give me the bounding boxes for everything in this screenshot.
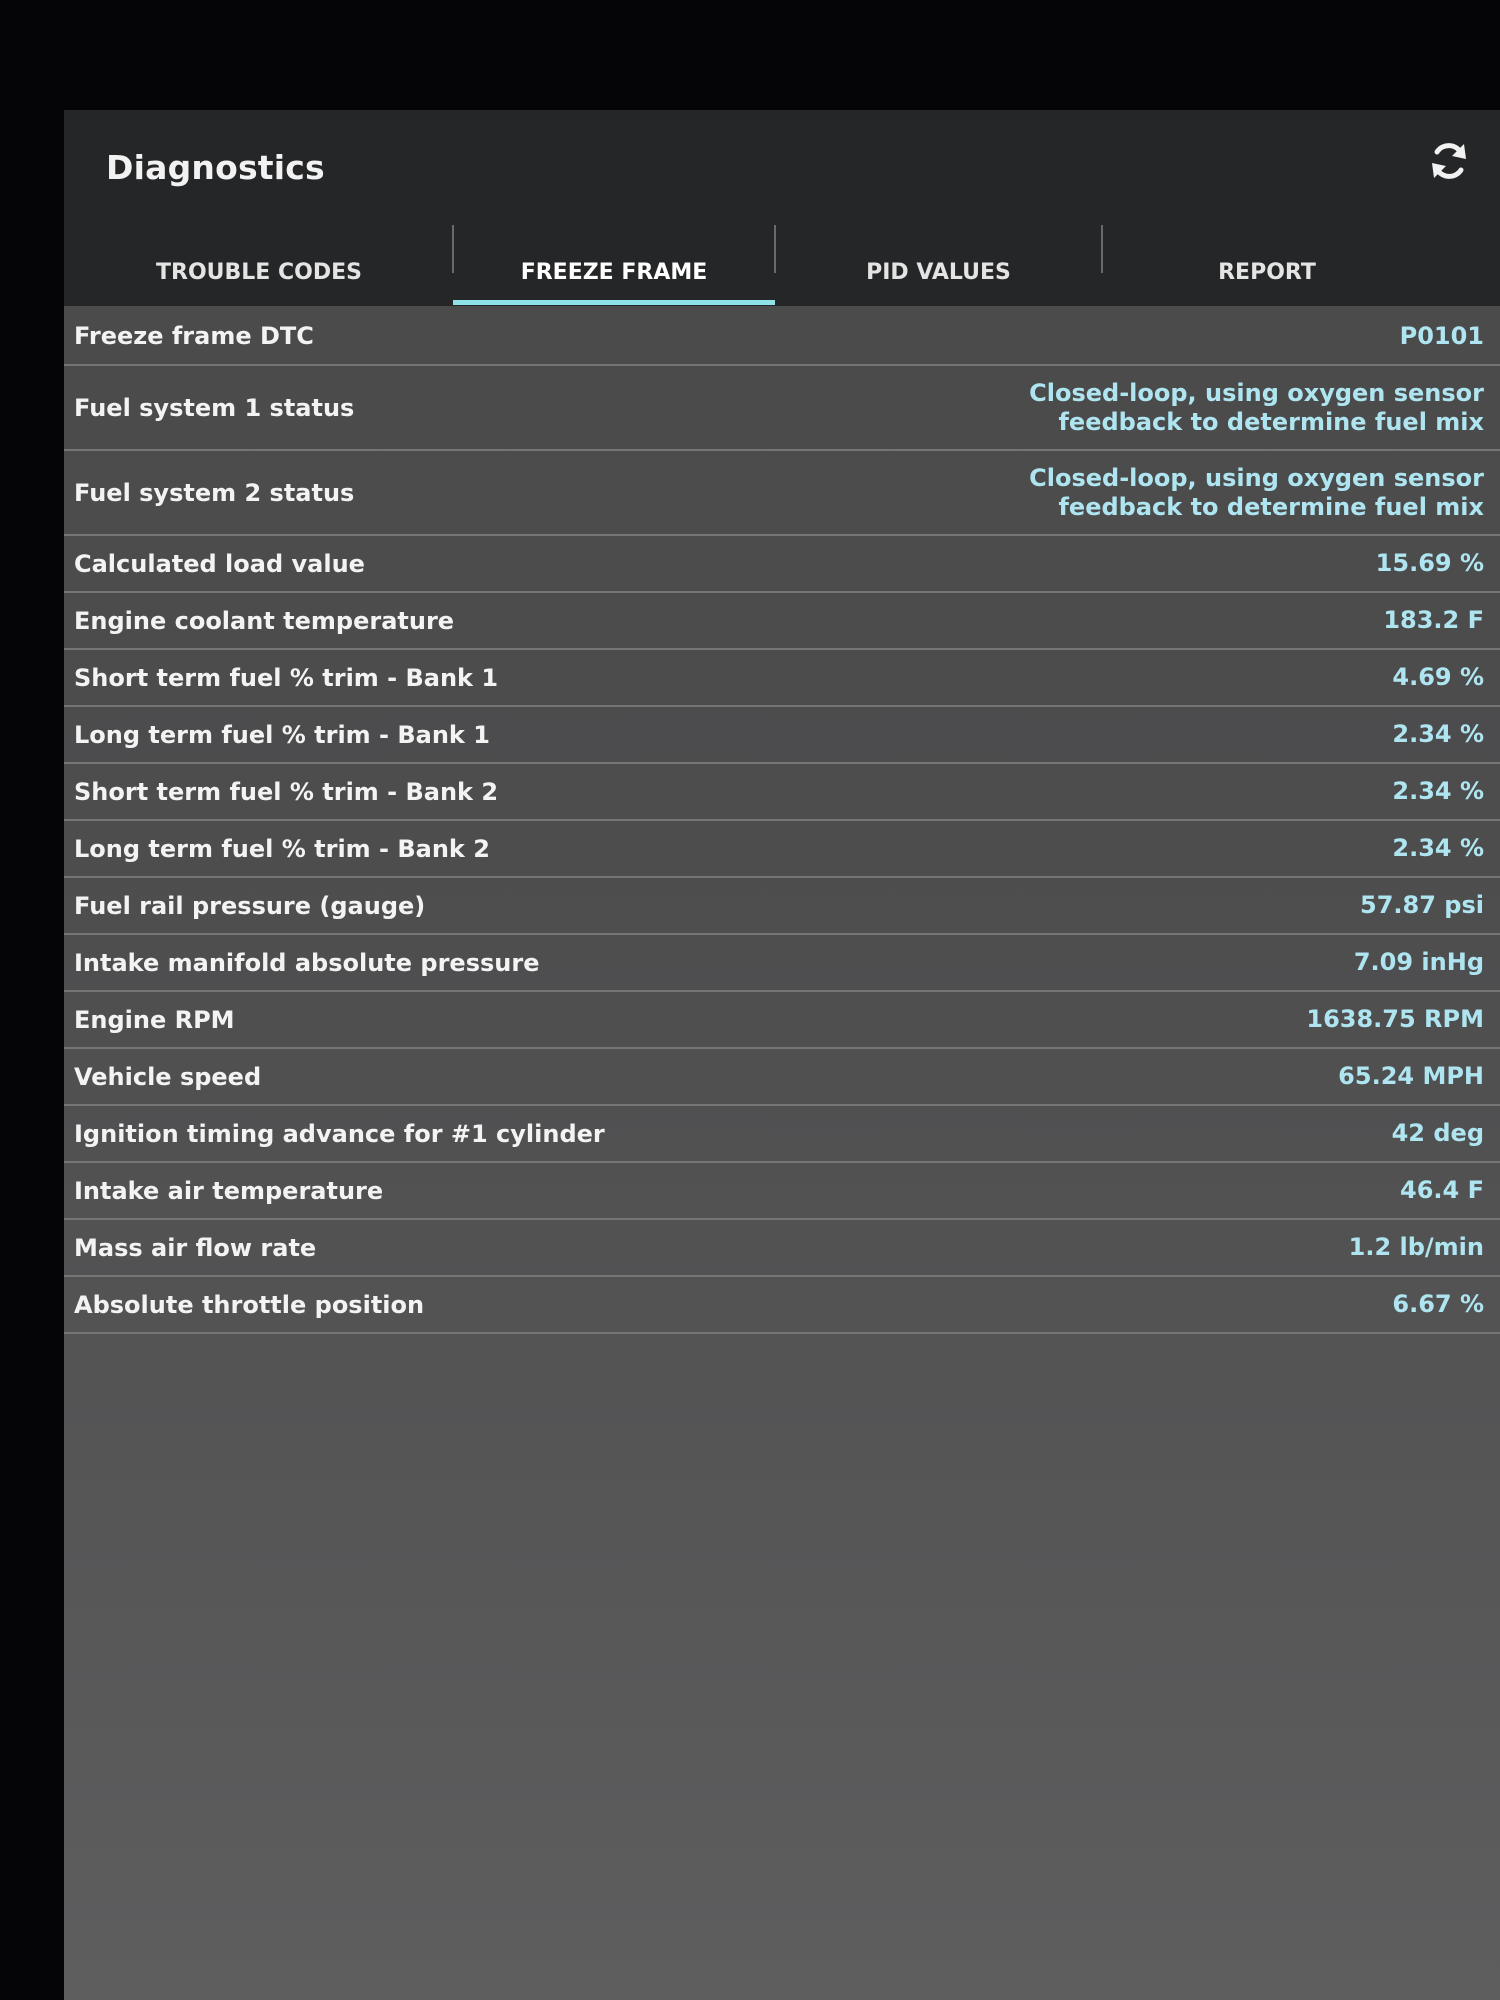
- row-label: Engine coolant temperature: [74, 606, 455, 635]
- row-label: Long term fuel % trim - Bank 2: [74, 834, 490, 863]
- app-screen: Diagnostics TROUBLE CODES FREEZE FRAME P…: [64, 110, 1500, 2000]
- row-value: 2.34 %: [1392, 834, 1484, 862]
- freeze-frame-row: Short term fuel % trim - Bank 1 4.69 %: [64, 650, 1500, 707]
- freeze-frame-list: Freeze frame DTC P0101 Fuel system 1 sta…: [64, 308, 1500, 1334]
- row-value: 46.4 F: [1400, 1176, 1484, 1204]
- row-label: Fuel system 1 status: [74, 393, 355, 422]
- row-label: Fuel rail pressure (gauge): [74, 891, 426, 920]
- tab-pid-values[interactable]: PID VALUES: [775, 238, 1102, 306]
- tab-divider: [774, 225, 776, 273]
- freeze-frame-row: Engine RPM 1638.75 RPM: [64, 992, 1500, 1049]
- freeze-frame-row: Ignition timing advance for #1 cylinder …: [64, 1106, 1500, 1163]
- row-label: Intake air temperature: [74, 1176, 384, 1205]
- refresh-button[interactable]: [1418, 130, 1480, 192]
- row-value: 183.2 F: [1383, 606, 1484, 634]
- row-label: Fuel system 2 status: [74, 478, 355, 507]
- tab-divider: [452, 225, 454, 273]
- row-label: Vehicle speed: [74, 1062, 262, 1091]
- freeze-frame-row: Engine coolant temperature 183.2 F: [64, 593, 1500, 650]
- app-bar: Diagnostics TROUBLE CODES FREEZE FRAME P…: [64, 110, 1500, 306]
- active-tab-indicator: [453, 300, 775, 305]
- row-value: 42 deg: [1391, 1119, 1484, 1147]
- row-value: 15.69 %: [1375, 549, 1484, 577]
- row-value: P0101: [1399, 321, 1484, 350]
- freeze-frame-row: Vehicle speed 65.24 MPH: [64, 1049, 1500, 1106]
- freeze-frame-row: Fuel system 1 status Closed-loop, using …: [64, 366, 1500, 451]
- row-value: 65.24 MPH: [1338, 1062, 1484, 1090]
- row-value: 6.67 %: [1392, 1290, 1484, 1318]
- row-value: 57.87 psi: [1360, 891, 1484, 919]
- row-value: 1.2 lb/min: [1348, 1233, 1484, 1261]
- refresh-icon: [1432, 143, 1466, 179]
- row-label: Freeze frame DTC: [74, 322, 314, 350]
- tab-bar: TROUBLE CODES FREEZE FRAME PID VALUES RE…: [64, 238, 1500, 306]
- page-title: Diagnostics: [106, 148, 325, 187]
- freeze-frame-row: Fuel rail pressure (gauge) 57.87 psi: [64, 878, 1500, 935]
- freeze-frame-row: Calculated load value 15.69 %: [64, 536, 1500, 593]
- tab-freeze-frame[interactable]: FREEZE FRAME: [453, 238, 775, 306]
- row-label: Short term fuel % trim - Bank 2: [74, 777, 499, 806]
- tab-report[interactable]: REPORT: [1102, 238, 1432, 306]
- freeze-frame-row: Freeze frame DTC P0101: [64, 308, 1500, 366]
- row-label: Long term fuel % trim - Bank 1: [74, 720, 490, 749]
- row-value: 2.34 %: [1392, 720, 1484, 748]
- row-value: 4.69 %: [1392, 663, 1484, 691]
- row-value: Closed-loop, using oxygen sensor feedbac…: [1029, 463, 1484, 521]
- freeze-frame-row: Long term fuel % trim - Bank 1 2.34 %: [64, 707, 1500, 764]
- row-label: Intake manifold absolute pressure: [74, 948, 540, 977]
- tab-trouble-codes[interactable]: TROUBLE CODES: [94, 238, 424, 306]
- row-label: Engine RPM: [74, 1005, 235, 1034]
- freeze-frame-row: Long term fuel % trim - Bank 2 2.34 %: [64, 821, 1500, 878]
- freeze-frame-row: Absolute throttle position 6.67 %: [64, 1277, 1500, 1334]
- row-value: Closed-loop, using oxygen sensor feedbac…: [1029, 378, 1484, 436]
- row-value: 1638.75 RPM: [1306, 1005, 1484, 1033]
- freeze-frame-row: Intake air temperature 46.4 F: [64, 1163, 1500, 1220]
- row-value: 7.09 inHg: [1353, 948, 1484, 976]
- tab-divider: [1101, 225, 1103, 273]
- row-label: Short term fuel % trim - Bank 1: [74, 663, 499, 692]
- freeze-frame-row: Mass air flow rate 1.2 lb/min: [64, 1220, 1500, 1277]
- row-value: 2.34 %: [1392, 777, 1484, 805]
- freeze-frame-row: Intake manifold absolute pressure 7.09 i…: [64, 935, 1500, 992]
- row-label: Mass air flow rate: [74, 1233, 317, 1262]
- row-label: Calculated load value: [74, 549, 365, 578]
- row-label: Ignition timing advance for #1 cylinder: [74, 1119, 605, 1148]
- row-label: Absolute throttle position: [74, 1290, 425, 1319]
- freeze-frame-row: Fuel system 2 status Closed-loop, using …: [64, 451, 1500, 536]
- freeze-frame-row: Short term fuel % trim - Bank 2 2.34 %: [64, 764, 1500, 821]
